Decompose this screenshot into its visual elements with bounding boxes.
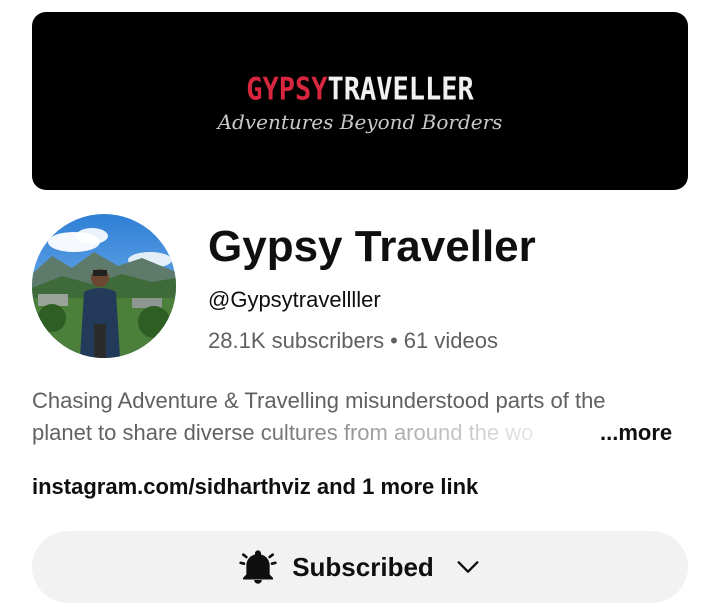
channel-avatar[interactable] <box>32 214 176 358</box>
banner-logo: GYPSYTRAVELLER <box>32 72 688 108</box>
channel-stats: 28.1K subscribers • 61 videos <box>208 328 498 354</box>
channel-name: Gypsy Traveller <box>208 222 536 271</box>
channel-handle: @Gypsytravellller <box>208 287 381 312</box>
more-links[interactable]: and 1 more link <box>317 474 478 499</box>
banner-tagline: Adventures Beyond Borders <box>217 110 503 134</box>
subscribed-button[interactable]: Subscribed <box>32 531 688 603</box>
banner-logo-part2: TRAVELLER <box>327 71 474 108</box>
channel-description[interactable]: Chasing Adventure & Travelling misunders… <box>32 385 692 449</box>
more-button[interactable]: ...more <box>596 417 673 449</box>
video-count: 61 videos <box>403 328 498 353</box>
channel-banner: GYPSYTRAVELLER Adventures Beyond Borders <box>32 12 688 190</box>
stats-separator: • <box>390 328 398 353</box>
description-line-2-text: planet to share diverse cultures from ar… <box>32 420 534 445</box>
chevron-down-icon <box>457 561 479 573</box>
banner-logo-part1: GYPSY <box>246 71 328 108</box>
bell-icon <box>239 550 277 584</box>
primary-link[interactable]: instagram.com/sidharthviz <box>32 474 311 499</box>
subscribed-label: Subscribed <box>292 551 434 582</box>
description-line-1: Chasing Adventure & Travelling misunders… <box>32 388 606 413</box>
channel-links[interactable]: instagram.com/sidharthviz and 1 more lin… <box>32 474 478 500</box>
description-line-2: planet to share diverse cultures from ar… <box>32 417 692 449</box>
avatar-image <box>32 214 176 358</box>
subscriber-count: 28.1K subscribers <box>208 328 385 353</box>
